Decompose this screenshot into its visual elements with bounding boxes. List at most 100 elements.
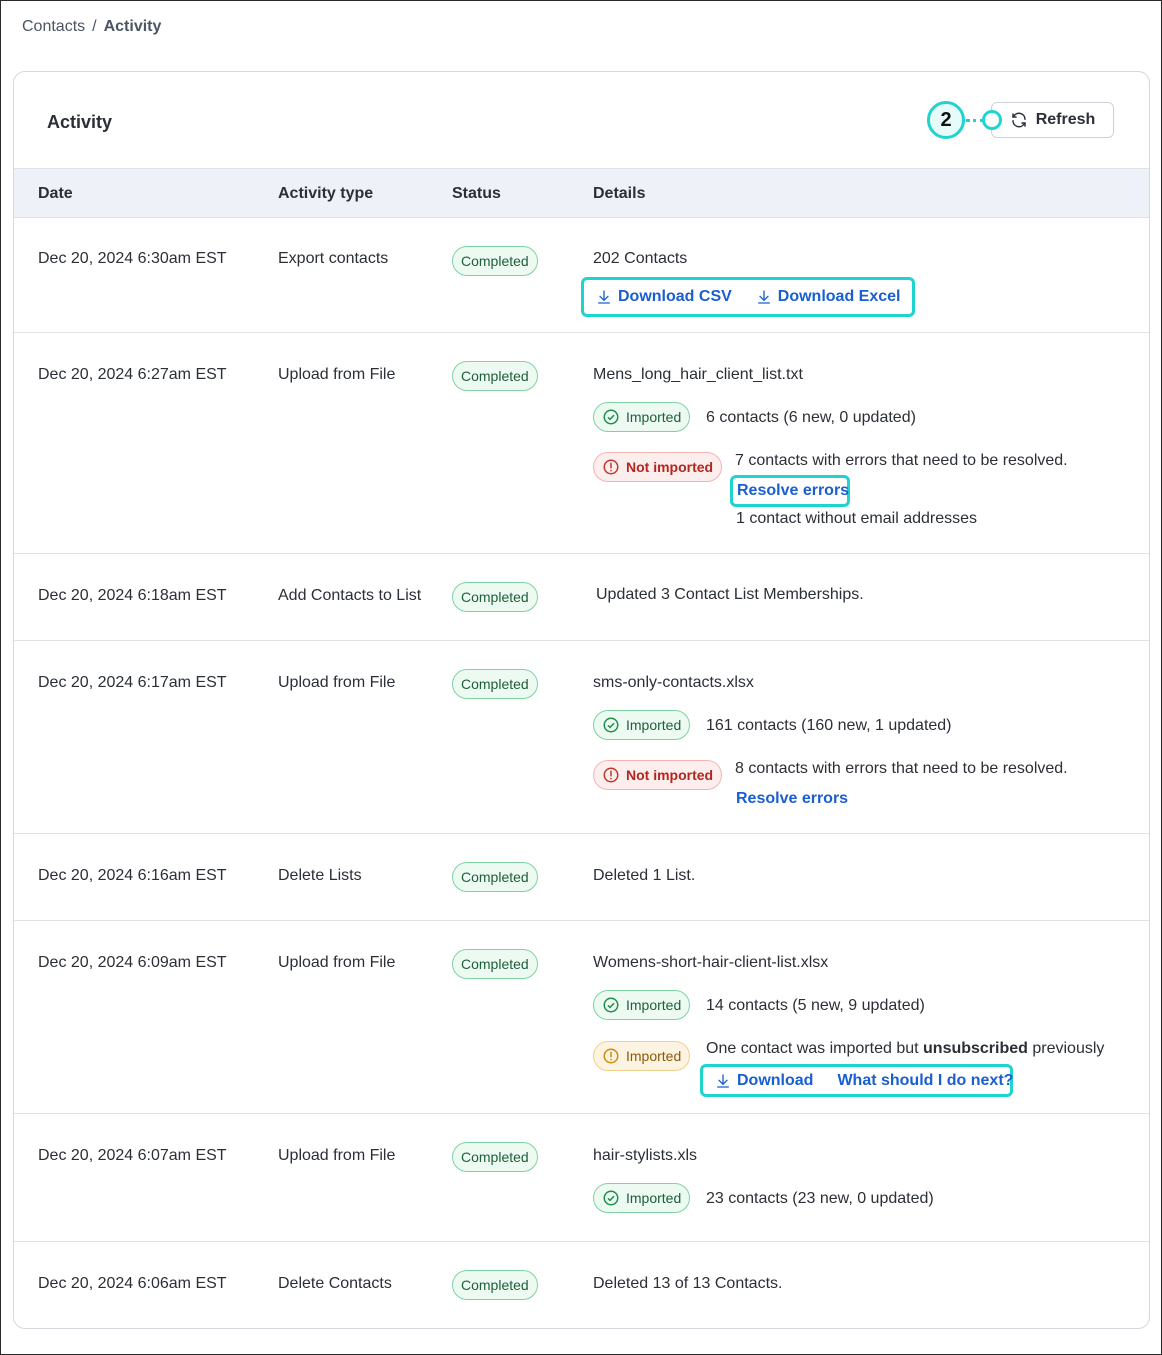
not-imported-summary: 7 contacts with errors that need to be r… (735, 452, 1068, 469)
not-imported-label: Not imported (626, 767, 714, 783)
row-details-title: Womens-short-hair-client-list.xlsx (593, 954, 829, 971)
activity-card: Activity 2 Refresh Date Activity type St… (13, 71, 1150, 1329)
breadcrumb: Contacts / Activity (22, 18, 161, 36)
table-row: Dec 20, 2024 6:07am EST Upload from File… (14, 1114, 1149, 1242)
download-csv-label: Download CSV (618, 288, 732, 305)
imported-summary: 6 contacts (6 new, 0 updated) (706, 409, 916, 426)
imported-summary: 14 contacts (5 new, 9 updated) (706, 997, 925, 1014)
warning-imported-pill: Imported (593, 1041, 691, 1071)
warning-text-end: previously (1032, 1040, 1105, 1057)
check-circle-icon (602, 996, 620, 1014)
warning-text-bold: unsubscribed (923, 1040, 1028, 1057)
breadcrumb-separator: / (92, 18, 97, 35)
column-details: Details (593, 185, 646, 202)
resolve-errors-box: Resolve errors (730, 475, 850, 507)
imported-label: Imported (626, 1190, 682, 1206)
what-next-link[interactable]: What should I do next? (825, 1067, 1025, 1094)
row-activity-type: Upload from File (278, 1147, 396, 1164)
row-details-title: sms-only-contacts.xlsx (593, 674, 754, 691)
breadcrumb-current: Activity (103, 18, 162, 35)
status-badge: Completed (452, 669, 538, 699)
download-excel-label: Download Excel (777, 288, 901, 305)
table-row: Dec 20, 2024 6:30am EST Export contacts … (14, 218, 1149, 333)
resolve-errors-link[interactable]: Resolve errors (736, 790, 848, 808)
status-badge: Completed (452, 361, 538, 391)
imported-summary: 23 contacts (23 new, 0 updated) (706, 1190, 934, 1207)
breadcrumb-contacts-link[interactable]: Contacts (22, 18, 85, 35)
row-date: Dec 20, 2024 6:17am EST (38, 674, 227, 691)
row-activity-type: Upload from File (278, 954, 396, 971)
download-label: Download (737, 1071, 814, 1089)
extra-summary: 1 contact without email addresses (736, 510, 978, 527)
row-details-title: Deleted 1 List. (593, 867, 696, 884)
status-badge: Completed (452, 1270, 538, 1300)
warning-summary: One contact was imported but unsubscribe… (706, 1040, 1104, 1058)
table-row: Dec 20, 2024 6:16am EST Delete Lists Com… (14, 834, 1149, 921)
row-activity-type: Delete Contacts (278, 1275, 392, 1292)
download-link[interactable]: Download (703, 1067, 825, 1094)
row-date: Dec 20, 2024 6:27am EST (38, 366, 227, 383)
refresh-button[interactable]: Refresh (991, 102, 1114, 138)
row-activity-type: Upload from File (278, 366, 396, 383)
imported-label: Imported (626, 997, 682, 1013)
check-circle-icon (602, 1189, 620, 1207)
column-status: Status (452, 185, 501, 202)
imported-summary: 161 contacts (160 new, 1 updated) (706, 717, 952, 734)
table-header: Date Activity type Status Details (14, 168, 1149, 218)
status-badge: Completed (452, 862, 538, 892)
callout-target-dot (982, 110, 1002, 130)
status-badge: Completed (452, 949, 538, 979)
check-circle-icon (602, 716, 620, 734)
row-details-title: Updated 3 Contact List Memberships. (596, 586, 864, 603)
card-title: Activity (47, 112, 113, 132)
row-date: Dec 20, 2024 6:30am EST (38, 250, 227, 267)
row-details-title: hair-stylists.xls (593, 1147, 698, 1164)
download-icon (756, 289, 772, 305)
alert-circle-icon (602, 766, 620, 784)
row-date: Dec 20, 2024 6:09am EST (38, 954, 227, 971)
not-imported-label: Not imported (626, 459, 714, 475)
row-details-title: 202 Contacts (593, 250, 688, 267)
status-badge: Completed (452, 1142, 538, 1172)
imported-label: Imported (626, 717, 682, 733)
imported-pill: Imported (593, 990, 691, 1020)
row-date: Dec 20, 2024 6:06am EST (38, 1275, 227, 1292)
column-activity-type: Activity type (278, 185, 374, 202)
resolve-errors-link[interactable]: Resolve errors (733, 478, 853, 504)
callout-number-badge: 2 (927, 101, 965, 139)
alert-circle-icon (602, 458, 620, 476)
table-row: Dec 20, 2024 6:09am EST Upload from File… (14, 921, 1149, 1114)
download-links-group: Download CSV Download Excel (581, 277, 915, 317)
download-icon (596, 289, 612, 305)
not-imported-summary: 8 contacts with errors that need to be r… (735, 760, 1068, 777)
row-activity-type: Upload from File (278, 674, 396, 691)
table-row: Dec 20, 2024 6:27am EST Upload from File… (14, 333, 1149, 554)
row-details-title: Mens_long_hair_client_list.txt (593, 366, 803, 383)
row-date: Dec 20, 2024 6:18am EST (38, 587, 227, 604)
status-badge: Completed (452, 582, 538, 612)
warning-links-group: Download What should I do next? (700, 1064, 1013, 1097)
warning-imported-label: Imported (626, 1048, 682, 1064)
table-row: Dec 20, 2024 6:17am EST Upload from File… (14, 641, 1149, 834)
status-badge: Completed (452, 246, 538, 276)
row-activity-type: Export contacts (278, 250, 389, 267)
table-row: Dec 20, 2024 6:18am EST Add Contacts to … (14, 554, 1149, 641)
imported-pill: Imported (593, 1183, 691, 1213)
download-csv-link[interactable]: Download CSV (584, 280, 744, 314)
column-date: Date (38, 185, 73, 202)
warning-text-start: One contact was imported but (706, 1040, 919, 1057)
imported-pill: Imported (593, 710, 691, 740)
refresh-label: Refresh (1035, 111, 1096, 128)
row-date: Dec 20, 2024 6:16am EST (38, 867, 227, 884)
row-date: Dec 20, 2024 6:07am EST (38, 1147, 227, 1164)
download-icon (715, 1073, 731, 1089)
row-activity-type: Add Contacts to List (278, 587, 422, 604)
not-imported-pill: Not imported (593, 760, 723, 790)
imported-pill: Imported (593, 402, 691, 432)
refresh-icon (1010, 111, 1028, 129)
check-circle-icon (602, 408, 620, 426)
download-excel-link[interactable]: Download Excel (744, 280, 913, 314)
table-row: Dec 20, 2024 6:06am EST Delete Contacts … (14, 1242, 1149, 1328)
not-imported-pill: Not imported (593, 452, 723, 482)
imported-label: Imported (626, 409, 682, 425)
